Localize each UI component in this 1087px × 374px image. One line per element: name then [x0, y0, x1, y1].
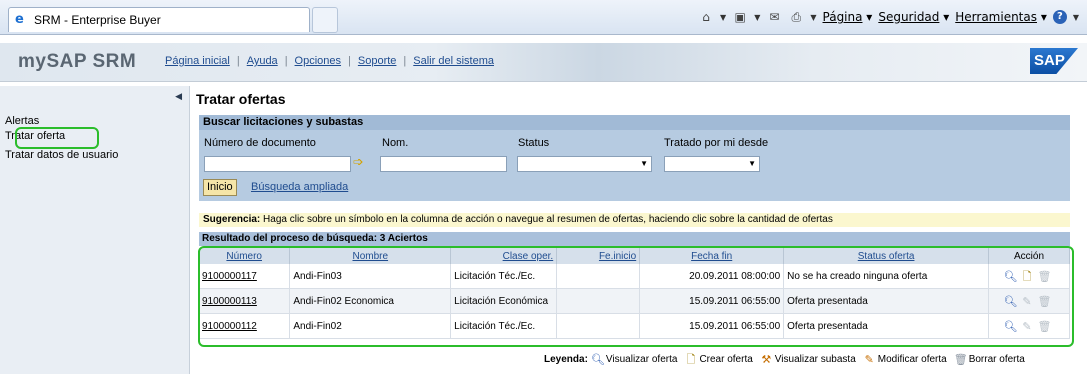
search-panel: Buscar licitaciones y subastas Número de…	[199, 115, 1070, 201]
advanced-search-link[interactable]: Búsqueda ampliada	[251, 181, 348, 193]
hint-text: Haga clic sobre un símbolo en la columna…	[263, 214, 833, 225]
create-offer-icon: 🗋	[686, 353, 696, 366]
feeds-dropdown-icon[interactable]: ▼	[754, 13, 760, 22]
link-separator: |	[403, 55, 407, 67]
delete-offer-icon: 🗑	[953, 353, 968, 366]
link-help[interactable]: Ayuda	[247, 55, 278, 67]
menu-seguridad[interactable]: Seguridad ▾	[878, 10, 949, 24]
legend: Leyenda: 🔍︎ Visualizar oferta 🗋 Crear ofer…	[544, 353, 1032, 366]
legend-item: 🗑 Borrar oferta	[953, 353, 1025, 366]
brand-title: mySAP SRM	[18, 51, 137, 72]
link-separator: |	[236, 55, 240, 67]
legend-item: ✎ Modificar oferta	[864, 353, 947, 366]
print-dropdown-icon[interactable]: ▼	[810, 13, 816, 22]
name-input[interactable]	[380, 156, 507, 172]
sidebar-item-alertas[interactable]: Alertas	[5, 115, 39, 127]
command-bar: ⌂ ▼ ▣ ▼ ✉ ⎙ ▼ Página ▾ Seguridad ▾ Herramie…	[698, 9, 1079, 25]
hint-prefix: Sugerencia:	[203, 214, 261, 225]
home-icon[interactable]: ⌂	[698, 9, 714, 25]
highlight-annotation	[15, 127, 99, 149]
chevron-down-icon: ▼	[748, 159, 756, 168]
chevron-down-icon: ▼	[640, 159, 648, 168]
top-links: Página inicial | Ayuda | Opciones | Sopo…	[165, 55, 494, 67]
status-select[interactable]: ▼	[517, 156, 652, 172]
browser-toolbar: e SRM - Enterprise Buyer ⌂ ▼ ▣ ▼ ✉ ⎙ ▼ Pági…	[0, 0, 1087, 35]
sidebar-item-tratar-datos-usuario[interactable]: Tratar datos de usuario	[5, 149, 118, 161]
status-label: Status	[518, 137, 550, 149]
print-icon[interactable]: ⎙	[788, 9, 804, 25]
browser-tab-title: SRM - Enterprise Buyer	[34, 13, 161, 27]
link-separator: |	[284, 55, 288, 67]
link-options[interactable]: Opciones	[295, 55, 341, 67]
menu-pagina[interactable]: Página ▾	[823, 10, 873, 24]
search-heading: Buscar licitaciones y subastas	[199, 115, 1070, 130]
link-support[interactable]: Soporte	[358, 55, 397, 67]
hint-bar: Sugerencia: Haga clic sobre un símbolo e…	[199, 213, 1070, 227]
processed-since-label: Tratado por mi desde	[664, 137, 769, 149]
doc-number-input[interactable]	[204, 156, 351, 172]
page-title: Tratar ofertas	[196, 91, 286, 107]
help-dropdown-icon[interactable]: ▼	[1073, 13, 1079, 22]
feeds-icon[interactable]: ▣	[732, 9, 748, 25]
arrow-right-icon[interactable]: ➩	[353, 155, 364, 170]
doc-number-label: Número de documento	[204, 137, 316, 149]
menu-herramientas[interactable]: Herramientas ▾	[955, 10, 1047, 24]
name-label: Nom.	[382, 137, 409, 149]
home-dropdown-icon[interactable]: ▼	[720, 13, 726, 22]
legend-title: Leyenda:	[544, 354, 588, 365]
ie-icon: e	[15, 12, 24, 27]
view-offer-icon: 🔍︎	[590, 353, 605, 366]
link-home[interactable]: Página inicial	[165, 55, 230, 67]
collapse-nav-icon[interactable]: ◀	[175, 91, 182, 102]
new-tab-button[interactable]	[312, 7, 338, 33]
start-button[interactable]: Inicio	[203, 179, 237, 196]
processed-since-select[interactable]: ▼	[664, 156, 760, 172]
help-icon[interactable]: ?	[1052, 10, 1067, 24]
results-heading: Resultado del proceso de búsqueda: 3 Aci…	[199, 232, 1070, 246]
sap-logo: SAP	[1030, 48, 1078, 74]
edit-offer-icon: ✎	[864, 353, 874, 366]
legend-item: ⚒ Visualizar subasta	[761, 353, 856, 366]
highlight-annotation	[198, 246, 1074, 347]
mail-icon[interactable]: ✉	[766, 9, 782, 25]
view-auction-icon: ⚒	[761, 353, 772, 366]
link-logoff[interactable]: Salir del sistema	[413, 55, 494, 67]
legend-item: 🗋 Crear oferta	[684, 353, 753, 366]
link-separator: |	[348, 55, 351, 67]
browser-tab[interactable]: e SRM - Enterprise Buyer	[8, 7, 310, 32]
legend-item: 🔍︎ Visualizar oferta	[590, 353, 678, 366]
sap-header: mySAP SRM Página inicial | Ayuda | Opcio…	[0, 43, 1087, 82]
